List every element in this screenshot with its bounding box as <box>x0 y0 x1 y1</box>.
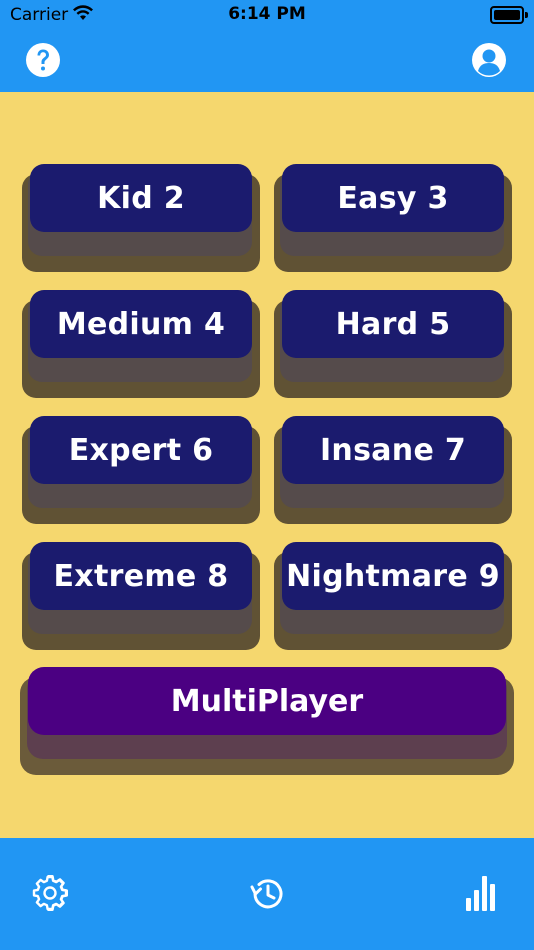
level-expert-button[interactable]: Expert 6 <box>22 416 260 524</box>
user-circle-icon[interactable] <box>471 42 507 78</box>
level-nightmare-button[interactable]: Nightmare 9 <box>274 542 512 650</box>
level-insane-button[interactable]: Insane 7 <box>274 416 512 524</box>
level-button-label[interactable]: Medium 4 <box>30 290 252 358</box>
level-button-label[interactable]: Hard 5 <box>282 290 504 358</box>
multiplayer-button[interactable]: MultiPlayer <box>20 667 514 775</box>
history-icon[interactable] <box>248 875 286 913</box>
gear-icon[interactable] <box>32 875 68 912</box>
level-button-label[interactable]: Nightmare 9 <box>282 542 504 610</box>
bar-chart-icon[interactable] <box>465 874 499 912</box>
level-hard-button[interactable]: Hard 5 <box>274 290 512 398</box>
level-extreme-button[interactable]: Extreme 8 <box>22 542 260 650</box>
question-circle-icon[interactable] <box>25 42 61 78</box>
level-grid: Kid 2 Easy 3 Medium 4 Hard 5 Expert 6 In… <box>0 92 534 838</box>
status-bar: Carrier 6:14 PM <box>0 0 534 30</box>
level-button-label[interactable]: Easy 3 <box>282 164 504 232</box>
level-button-label[interactable]: Kid 2 <box>30 164 252 232</box>
level-button-label[interactable]: Extreme 8 <box>30 542 252 610</box>
level-button-label[interactable]: Insane 7 <box>282 416 504 484</box>
clock: 6:14 PM <box>228 4 306 24</box>
bottom-bar <box>0 838 534 950</box>
level-medium-button[interactable]: Medium 4 <box>22 290 260 398</box>
battery-icon <box>490 6 528 24</box>
level-easy-button[interactable]: Easy 3 <box>274 164 512 272</box>
top-bar: Carrier 6:14 PM <box>0 0 534 92</box>
multiplayer-button-label[interactable]: MultiPlayer <box>28 667 506 735</box>
level-button-label[interactable]: Expert 6 <box>30 416 252 484</box>
level-kid-button[interactable]: Kid 2 <box>22 164 260 272</box>
